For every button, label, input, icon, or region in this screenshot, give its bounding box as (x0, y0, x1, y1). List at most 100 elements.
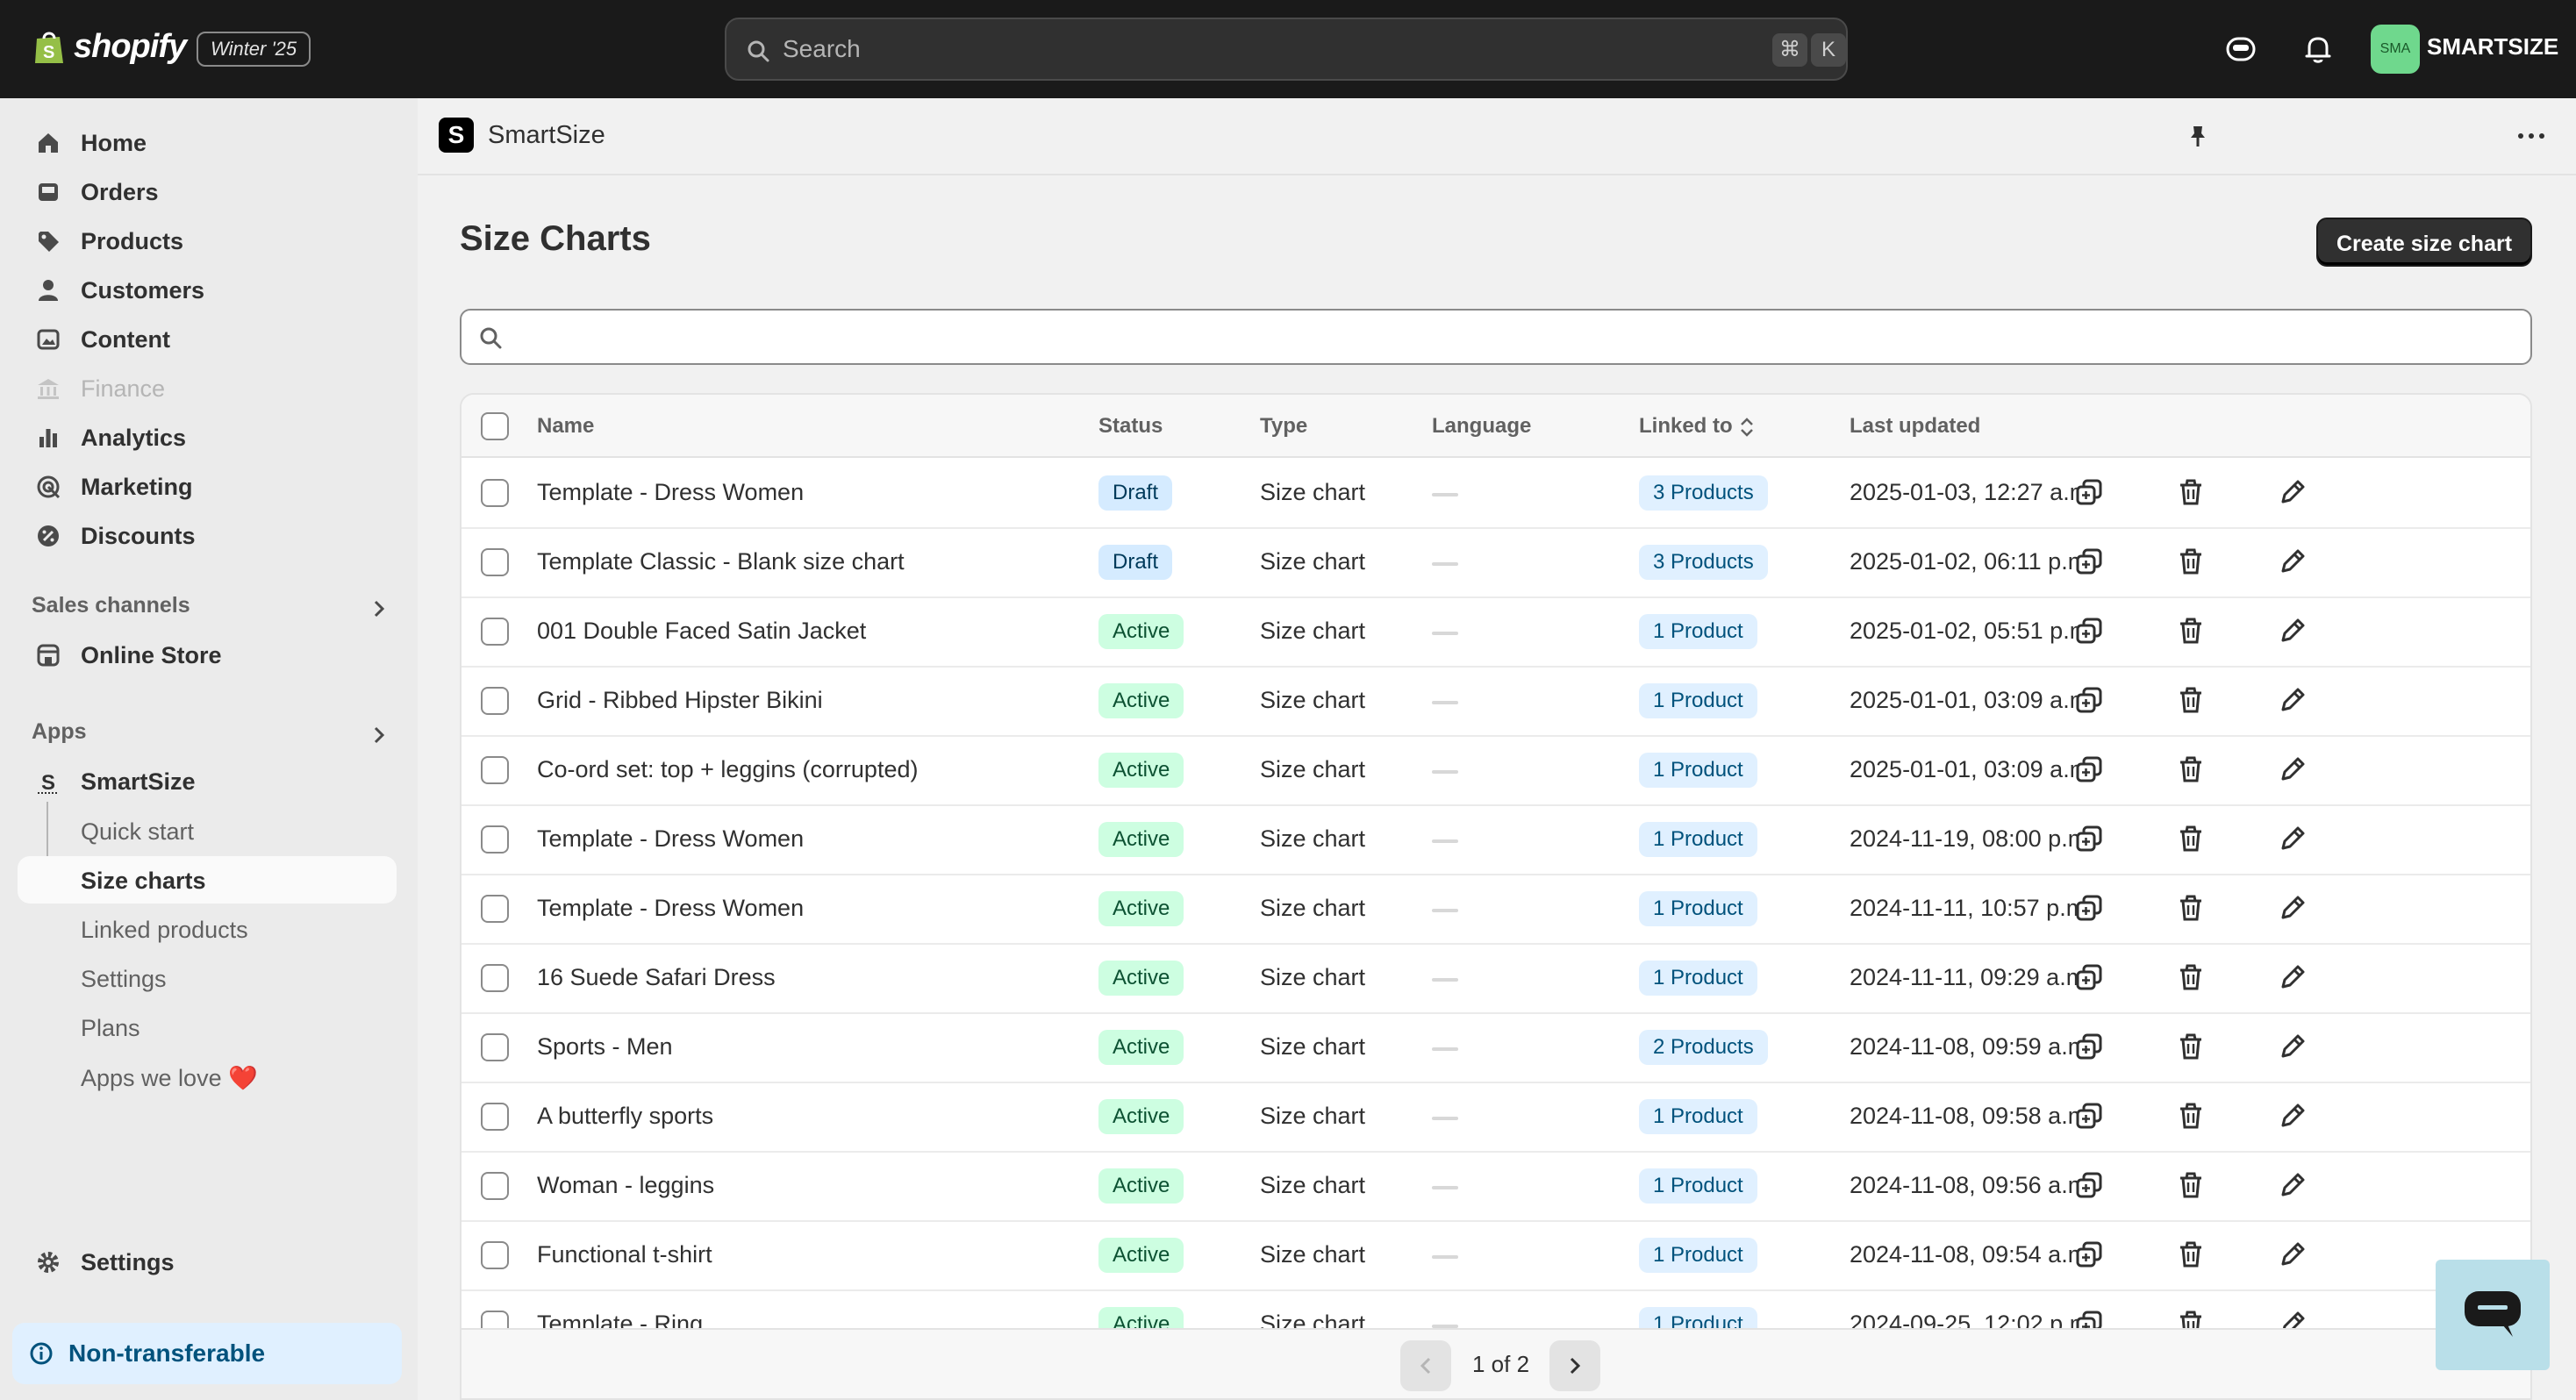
more-options-icon[interactable] (2516, 123, 2546, 149)
table-row[interactable]: Sports - Men Active Size chart 2 Products 20… (462, 1014, 2530, 1083)
duplicate-icon[interactable] (2074, 685, 2104, 715)
table-row[interactable]: Template - Dress Women Active Size chart 1 … (462, 806, 2530, 875)
column-header-type[interactable]: Type (1260, 414, 1307, 439)
row-name[interactable]: 16 Suede Safari Dress (537, 964, 776, 991)
sidebar-item-orders[interactable]: Orders (18, 168, 397, 216)
column-header-last-updated[interactable]: Last updated (1850, 414, 1980, 439)
row-name[interactable]: Template Classic - Blank size chart (537, 548, 905, 575)
edit-pencil-icon[interactable] (2278, 616, 2308, 646)
row-checkbox[interactable] (481, 479, 509, 507)
duplicate-icon[interactable] (2074, 824, 2104, 854)
create-size-chart-button[interactable]: Create size chart (2316, 218, 2532, 267)
linked-products-badge[interactable]: 1 Product (1639, 822, 1757, 857)
sidebar-subitem-quick-start[interactable]: Quick start (18, 807, 397, 854)
row-checkbox[interactable] (481, 548, 509, 576)
row-checkbox[interactable] (481, 1172, 509, 1200)
linked-products-badge[interactable]: 1 Product (1639, 891, 1757, 926)
row-checkbox[interactable] (481, 1033, 509, 1061)
row-checkbox[interactable] (481, 756, 509, 784)
row-checkbox[interactable] (481, 964, 509, 992)
sidebar-item-settings[interactable]: Settings (18, 1239, 397, 1286)
row-name[interactable]: Grid - Ribbed Hipster Bikini (537, 687, 823, 714)
edit-pencil-icon[interactable] (2278, 685, 2308, 715)
linked-products-badge[interactable]: 3 Products (1639, 475, 1768, 511)
row-name[interactable]: Template - Dress Women (537, 825, 804, 853)
sidebar-item-content[interactable]: Content (18, 316, 397, 363)
sidebar-item-customers[interactable]: Customers (18, 267, 397, 314)
table-row[interactable]: 001 Double Faced Satin Jacket Active Size … (462, 598, 2530, 668)
sidebar-subitem-size-charts[interactable]: Size charts (18, 856, 397, 904)
linked-products-badge[interactable]: 1 Product (1639, 753, 1757, 788)
table-row[interactable]: Woman - leggins Active Size chart 1 Product… (462, 1153, 2530, 1222)
edit-pencil-icon[interactable] (2278, 754, 2308, 784)
avatar[interactable]: SMA (2371, 25, 2420, 74)
bell-icon[interactable] (2301, 32, 2336, 67)
linked-products-badge[interactable]: 1 Product (1639, 614, 1757, 649)
row-checkbox[interactable] (481, 1241, 509, 1269)
duplicate-icon[interactable] (2074, 1170, 2104, 1200)
edit-pencil-icon[interactable] (2278, 962, 2308, 992)
table-row[interactable]: Template - Dress Women Active Size chart 1 … (462, 875, 2530, 945)
chevron-right-icon[interactable] (369, 725, 390, 746)
next-page-button[interactable] (1549, 1340, 1600, 1391)
previous-page-button[interactable] (1400, 1340, 1451, 1391)
row-name[interactable]: 001 Double Faced Satin Jacket (537, 618, 866, 645)
edit-pencil-icon[interactable] (2278, 477, 2308, 507)
trash-icon[interactable] (2176, 754, 2206, 784)
row-checkbox[interactable] (481, 825, 509, 854)
linked-products-badge[interactable]: 1 Product (1639, 683, 1757, 718)
column-header-status[interactable]: Status (1098, 414, 1163, 439)
edit-pencil-icon[interactable] (2278, 1239, 2308, 1269)
sidebar-item-products[interactable]: Products (18, 218, 397, 265)
edit-pencil-icon[interactable] (2278, 546, 2308, 576)
trash-icon[interactable] (2176, 1239, 2206, 1269)
table-row[interactable]: A butterfly sports Active Size chart 1 Prod… (462, 1083, 2530, 1153)
duplicate-icon[interactable] (2074, 546, 2104, 576)
trash-icon[interactable] (2176, 1170, 2206, 1200)
pin-icon[interactable] (2185, 123, 2211, 149)
row-name[interactable]: Woman - leggins (537, 1172, 714, 1199)
store-name[interactable]: SMARTSIZE (2427, 33, 2558, 61)
linked-products-badge[interactable]: 1 Product (1639, 961, 1757, 996)
row-checkbox[interactable] (481, 618, 509, 646)
column-header-linked-to[interactable]: Linked to (1639, 414, 1733, 439)
sales-channels-heading[interactable]: Sales channels (32, 593, 190, 618)
duplicate-icon[interactable] (2074, 1101, 2104, 1131)
sort-icon[interactable] (1739, 414, 1755, 440)
edit-pencil-icon[interactable] (2278, 1101, 2308, 1131)
duplicate-icon[interactable] (2074, 616, 2104, 646)
row-name[interactable]: Template - Dress Women (537, 479, 804, 506)
row-checkbox[interactable] (481, 1103, 509, 1131)
sidebar-item-online-store[interactable]: Online Store (18, 632, 397, 679)
edit-pencil-icon[interactable] (2278, 1170, 2308, 1200)
table-row[interactable]: Grid - Ribbed Hipster Bikini Active Size c… (462, 668, 2530, 737)
sidebar-subitem-linked-products[interactable]: Linked products (18, 905, 397, 953)
trash-icon[interactable] (2176, 962, 2206, 992)
sidekick-icon[interactable] (2223, 32, 2258, 67)
table-row[interactable]: Template - Dress Women Draft Size chart 3 P… (462, 460, 2530, 529)
trash-icon[interactable] (2176, 685, 2206, 715)
linked-products-badge[interactable]: 1 Product (1639, 1238, 1757, 1273)
trash-icon[interactable] (2176, 477, 2206, 507)
table-row[interactable]: Template Classic - Blank size chart Draft… (462, 529, 2530, 598)
sidebar-subitem-plans[interactable]: Plans (18, 1004, 397, 1051)
column-header-name[interactable]: Name (537, 414, 594, 439)
trash-icon[interactable] (2176, 616, 2206, 646)
sidebar-item-smartsize[interactable]: S SmartSize (18, 758, 397, 805)
trash-icon[interactable] (2176, 824, 2206, 854)
linked-products-badge[interactable]: 1 Product (1639, 1168, 1757, 1204)
search-input[interactable]: Search ⌘ K (725, 18, 1848, 81)
row-name[interactable]: Template - Dress Women (537, 895, 804, 922)
sidebar-item-analytics[interactable]: Analytics (18, 414, 397, 461)
linked-products-badge[interactable]: 1 Product (1639, 1099, 1757, 1134)
edit-pencil-icon[interactable] (2278, 824, 2308, 854)
table-row[interactable]: Functional t-shirt Active Size chart 1 Prod… (462, 1222, 2530, 1291)
row-name[interactable]: Co-ord set: top + leggins (corrupted) (537, 756, 918, 783)
linked-products-badge[interactable]: 3 Products (1639, 545, 1768, 580)
trash-icon[interactable] (2176, 893, 2206, 923)
duplicate-icon[interactable] (2074, 962, 2104, 992)
sidebar-subitem-settings[interactable]: Settings (18, 954, 397, 1002)
non-transferable-banner[interactable]: Non-transferable (12, 1323, 402, 1384)
row-checkbox[interactable] (481, 895, 509, 923)
duplicate-icon[interactable] (2074, 754, 2104, 784)
